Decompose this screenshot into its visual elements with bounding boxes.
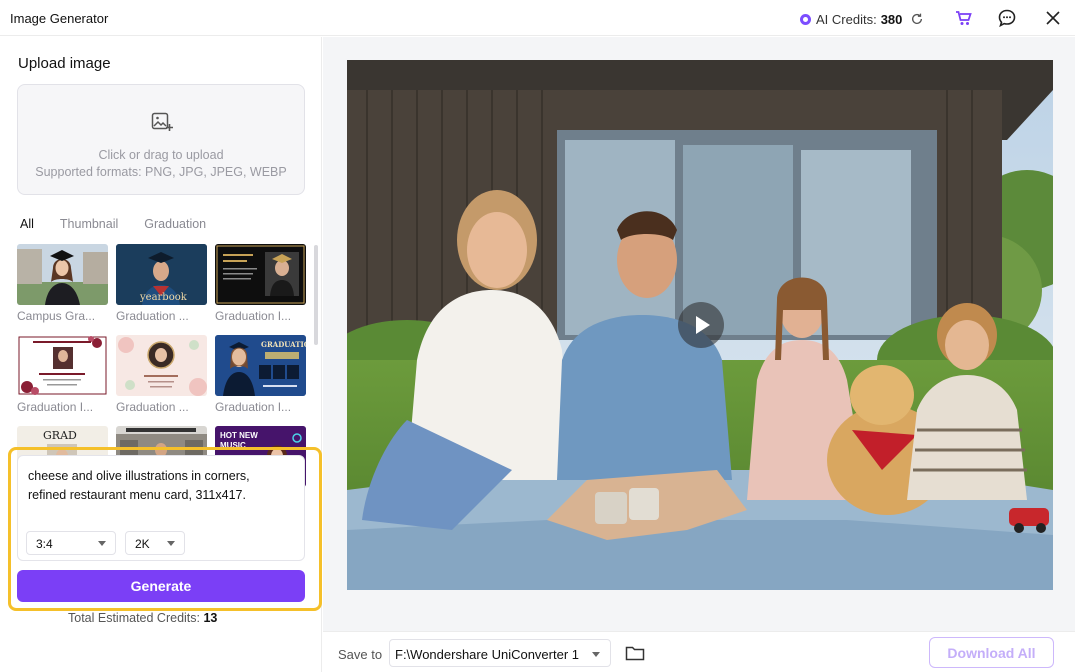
folder-icon[interactable] [625,644,645,662]
template-item[interactable]: yearbook Graduation ... [116,244,207,323]
title-bar: Image Generator AI Credits: 380 [0,0,1075,36]
upload-hint: Click or drag to upload [98,148,224,162]
template-thumbnail: yearbook [116,244,207,305]
close-icon[interactable] [1043,8,1063,28]
template-thumbnail [17,244,108,305]
play-icon[interactable] [678,302,724,348]
template-tabs: All Thumbnail Graduation [20,217,232,231]
credits-value: 380 [880,11,903,27]
add-image-icon [151,112,173,131]
template-thumbnail [17,335,108,396]
thumb-text: yearbook [139,292,188,303]
resolution-select[interactable]: 2K [125,531,185,555]
upload-title: Upload image [18,55,111,72]
template-label: Graduation I... [215,400,292,414]
chevron-down-icon [592,652,600,657]
thumb-text: GRADUATION [261,340,306,349]
template-item[interactable]: GRADUATION Graduation I... [215,335,306,414]
tab-all[interactable]: All [20,217,34,231]
upload-formats: Supported formats: PNG, JPG, JPEG, WEBP [35,165,287,179]
prompt-input[interactable]: cheese and olive illustrations in corner… [17,455,305,561]
prompt-text[interactable]: cheese and olive illustrations in corner… [28,467,288,505]
template-label: Campus Gra... [17,309,96,323]
gallery-scrollbar[interactable] [314,245,318,345]
template-label: Graduation I... [17,400,94,414]
refresh-icon[interactable] [910,12,924,26]
tab-thumbnail[interactable]: Thumbnail [60,217,118,231]
tab-graduation[interactable]: Graduation [144,217,206,231]
aspect-ratio-select[interactable]: 3:4 [26,531,116,555]
download-all-button[interactable]: Download All [929,637,1054,668]
save-path-value: F:\Wondershare UniConverter 1 [395,647,580,662]
chevron-down-icon [98,541,106,546]
template-label: Graduation ... [116,400,189,414]
preview-area [323,37,1075,631]
cart-icon[interactable] [953,8,973,28]
resolution-value: 2K [135,537,150,551]
chat-icon[interactable] [997,8,1017,28]
estimated-credits: Total Estimated Credits: 13 [68,611,217,625]
chevron-down-icon [167,541,175,546]
ai-credits: AI Credits: 380 [800,10,924,28]
template-item[interactable]: Graduation ... [116,335,207,414]
template-label: Graduation ... [116,309,189,323]
credits-icon [800,13,811,25]
estimated-credits-value: 13 [203,611,218,625]
save-to-label: Save to [338,647,383,662]
template-item[interactable]: Graduation I... [215,244,306,323]
app-title: Image Generator [10,11,109,26]
generated-preview-image[interactable] [347,60,1053,590]
save-path-select[interactable]: F:\Wondershare UniConverter 1 [389,639,611,667]
template-item[interactable]: Campus Gra... [17,244,108,323]
estimated-credits-label: Total Estimated Credits: [68,611,200,625]
template-thumbnail [215,244,306,305]
template-label: Graduation I... [215,309,292,323]
template-item[interactable]: Graduation I... [17,335,108,414]
template-thumbnail [116,335,207,396]
upload-dropzone[interactable]: Click or drag to upload Supported format… [17,84,305,195]
aspect-ratio-value: 3:4 [36,537,53,551]
generate-button[interactable]: Generate [17,570,305,602]
thumb-text: GRAD [43,429,77,442]
credits-label: AI Credits: [816,11,877,27]
template-thumbnail: GRADUATION [215,335,306,396]
bottom-bar: Save to F:\Wondershare UniConverter 1 Do… [323,631,1075,672]
